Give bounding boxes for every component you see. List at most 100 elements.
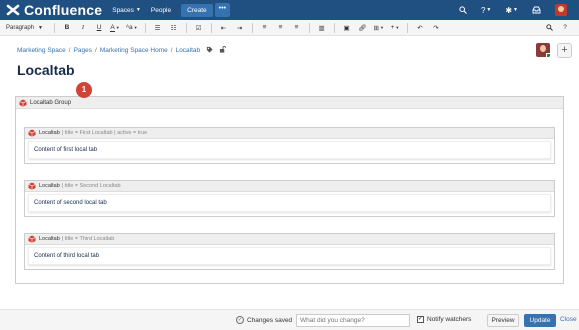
italic-icon[interactable]: I <box>78 24 88 31</box>
people-link[interactable]: People <box>151 7 171 14</box>
unlock-icon[interactable] <box>219 46 227 55</box>
people-label: People <box>150 6 172 14</box>
text-format-more-icon[interactable]: ᴬa ▼ <box>126 24 138 31</box>
page-title[interactable]: Localtab <box>17 62 75 78</box>
save-status-label: Changes saved <box>247 316 293 324</box>
toolbar-divider <box>406 22 408 33</box>
find-replace-icon[interactable] <box>544 24 554 31</box>
paragraph-label: Paragraph <box>6 24 35 31</box>
check-circle-icon: ✓ <box>236 316 244 324</box>
breadcrumb-item[interactable]: Localtab <box>176 47 201 54</box>
macro-cube-icon <box>19 99 27 107</box>
macro-parameters: | title = Second Localtab <box>61 183 121 189</box>
chevron-down-icon: ▼ <box>135 7 141 13</box>
create-button[interactable]: Create <box>181 3 213 17</box>
task-list-icon[interactable]: ☑ <box>194 24 204 32</box>
online-status-icon <box>546 53 550 57</box>
brand-name: Confluence <box>24 2 103 18</box>
help-icon[interactable]: ? <box>560 24 570 31</box>
page-layout-icon[interactable]: ▥ <box>317 24 327 32</box>
redo-icon[interactable]: ↷ <box>431 24 441 32</box>
save-status: ✓ Changes saved <box>236 316 292 324</box>
insert-link-icon[interactable]: 🔗︎ <box>358 24 368 32</box>
undo-icon[interactable]: ↶ <box>415 24 425 32</box>
text-color-icon[interactable]: A ▼ <box>110 24 120 32</box>
breadcrumb-separator: / <box>68 47 71 54</box>
macro-title: Localtab <box>39 130 60 136</box>
toolbar-divider <box>333 22 335 33</box>
breadcrumb-item[interactable]: Pages <box>74 47 92 54</box>
gear-icon[interactable]: ✱ ▼ <box>505 6 518 15</box>
more-button[interactable]: ••• <box>214 3 230 17</box>
underline-icon[interactable]: U <box>94 24 104 31</box>
annotation-badge: 1 <box>76 82 92 98</box>
macro-cube-icon <box>28 182 36 190</box>
macro-title: Localtab <box>39 183 60 189</box>
add-collaborator-button[interactable]: + <box>557 43 572 58</box>
notify-watchers-checkbox[interactable]: ✓ Notify watchers <box>417 316 471 323</box>
localtab-macro[interactable]: Localtab | title = Third Localtab Conten… <box>24 233 555 270</box>
macro-cube-icon <box>28 235 36 243</box>
toolbar-divider <box>185 22 187 33</box>
align-center-icon[interactable]: ≡ <box>276 24 286 31</box>
user-menu-avatar[interactable] <box>555 4 567 16</box>
notify-watchers-label: Notify watchers <box>427 316 472 323</box>
close-link[interactable]: Close <box>560 316 577 323</box>
bold-icon[interactable]: B <box>62 24 72 31</box>
editor-footer: ✓ Changes saved ✓ Notify watchers Previe… <box>0 309 579 330</box>
insert-table-icon[interactable]: ⊞ ▼ <box>374 24 384 32</box>
search-icon[interactable] <box>459 6 467 14</box>
label-tag-icon[interactable] <box>206 46 213 55</box>
change-comment-input[interactable] <box>296 314 410 327</box>
breadcrumb-separator: / <box>95 47 97 54</box>
localtab-group-macro[interactable]: Localtab Group Localtab | title = First … <box>15 96 564 284</box>
outdent-icon[interactable]: ⇤ <box>219 24 229 32</box>
align-right-icon[interactable]: ≡ <box>292 24 302 31</box>
macro-body[interactable]: Content of second local tab <box>28 194 551 212</box>
toolbar-divider <box>54 22 55 33</box>
localtab-macro[interactable]: Localtab | title = Second Localtab Conte… <box>24 180 555 217</box>
insert-image-icon[interactable]: ▣ <box>342 24 352 32</box>
macro-parameters: | title = Third Localtab <box>61 236 115 242</box>
confluence-logo[interactable]: Confluence <box>6 2 102 18</box>
breadcrumb-separator: / <box>170 47 173 54</box>
toolbar-divider <box>251 22 253 33</box>
breadcrumb: Marketing Space / Pages / Marketing Spac… <box>17 46 227 55</box>
notifications-icon[interactable] <box>532 6 541 14</box>
paragraph-style-select[interactable]: Paragraph ▼ <box>6 25 50 31</box>
preview-button[interactable]: Preview <box>487 314 519 327</box>
help-icon[interactable]: ? ▼ <box>481 6 491 15</box>
checkbox-checked-icon[interactable]: ✓ <box>417 316 424 323</box>
chevron-down-icon: ▼ <box>38 24 43 31</box>
spaces-menu[interactable]: Spaces ▼ <box>112 7 141 14</box>
toolbar-divider <box>144 22 146 33</box>
macro-header[interactable]: Localtab | title = Third Localtab <box>25 234 554 245</box>
confluence-x-icon <box>6 4 20 16</box>
nav-right-group: ? ▼ ✱ ▼ <box>459 0 579 20</box>
macro-header[interactable]: Localtab Group <box>16 97 563 109</box>
numbered-list-icon[interactable]: ☷ <box>169 24 179 32</box>
editor-toolbar: Paragraph ▼ B I U A ▼ ᴬa ▼ ☰ ☷ ☑ ⇤ ⇥ ≡ ≡ ≡… <box>0 20 579 36</box>
update-button[interactable]: Update <box>524 314 556 327</box>
insert-more-icon[interactable]: + ▼ <box>390 24 400 31</box>
spaces-label: Spaces <box>112 6 134 14</box>
align-left-icon[interactable]: ≡ <box>260 24 270 31</box>
breadcrumb-item[interactable]: Marketing Space Home <box>100 47 168 54</box>
indent-icon[interactable]: ⇥ <box>235 24 245 32</box>
macro-title: Localtab <box>39 236 60 242</box>
toolbar-right: ? <box>541 24 573 31</box>
macro-title: Localtab Group <box>30 99 72 106</box>
macro-body[interactable]: Content of third local tab <box>28 247 551 265</box>
bullet-list-icon[interactable]: ☰ <box>153 24 163 32</box>
editor-avatar[interactable] <box>536 43 550 57</box>
localtab-macro[interactable]: Localtab | title = First Localtab | acti… <box>24 127 555 164</box>
toolbar-divider <box>308 22 310 33</box>
macro-body[interactable]: Content of first local tab <box>28 141 551 159</box>
macro-header[interactable]: Localtab | title = First Localtab | acti… <box>25 128 554 139</box>
macro-header[interactable]: Localtab | title = Second Localtab <box>25 181 554 192</box>
macro-cube-icon <box>28 129 36 137</box>
macro-parameters: | title = First Localtab | active = true <box>61 130 148 136</box>
breadcrumb-item[interactable]: Marketing Space <box>17 47 66 54</box>
top-navigation: Confluence Spaces ▼ People Create ••• ? ▼… <box>0 0 579 20</box>
toolbar-divider <box>210 22 212 33</box>
